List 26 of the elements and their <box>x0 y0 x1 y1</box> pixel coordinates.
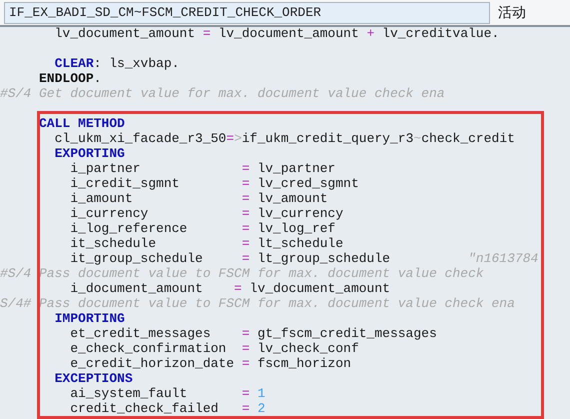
code-line: it_group_schedule = lt_group_schedule "n1613784 <box>69 251 538 266</box>
code-line: credit_check_failed = 2 <box>69 401 266 416</box>
code-line: ENDLOOP. <box>38 71 102 86</box>
code-line: it_schedule = lt_schedule <box>69 236 344 251</box>
code-line: IMPORTING <box>54 311 125 326</box>
code-line: i_amount = lv_amount <box>69 191 328 206</box>
code-line: EXPORTING <box>54 146 125 161</box>
code-line: e_credit_horizon_date = fscm_horizon <box>69 356 352 371</box>
code-line: EXCEPTIONS <box>54 371 133 386</box>
code-line: et_credit_messages = gt_fscm_credit_messages <box>69 326 437 341</box>
code-comment: S/4# Pass document value to FSCM for max. document value check ena <box>0 296 515 311</box>
code-line: i_document_amount = lv_document_amount <box>69 281 390 296</box>
code-line: ai_system_fault = 1 <box>69 386 266 401</box>
code-comment: #S/4 Get document value for max. document value check ena <box>0 86 445 101</box>
code-comment: #S/4 Pass document value to FSCM for max. document value check <box>0 266 484 281</box>
code-line: lv_document_amount = lv_document_amount + lv_creditvalue. <box>54 26 500 41</box>
code-line: e_check_confirmation = lv_check_conf <box>69 341 359 356</box>
code-line: i_currency = lv_currency <box>69 206 344 221</box>
code-line: i_partner = lv_partner <box>69 161 336 176</box>
code-line: CLEAR: ls_xvbap. <box>54 56 180 71</box>
status-label: 活动 <box>498 3 526 22</box>
code-line: i_credit_sgmnt = lv_cred_sgmnt <box>69 176 359 191</box>
code-line: CALL METHOD <box>38 116 125 131</box>
program-name-field[interactable]: IF_EX_BADI_SD_CM~FSCM_CREDIT_CHECK_ORDER <box>4 2 490 24</box>
code-line: cl_ukm_xi_facade_r3_50=>if_ukm_credit_query_r3~check_credit <box>54 131 515 146</box>
code-line: i_log_reference = lv_log_ref <box>69 221 336 236</box>
